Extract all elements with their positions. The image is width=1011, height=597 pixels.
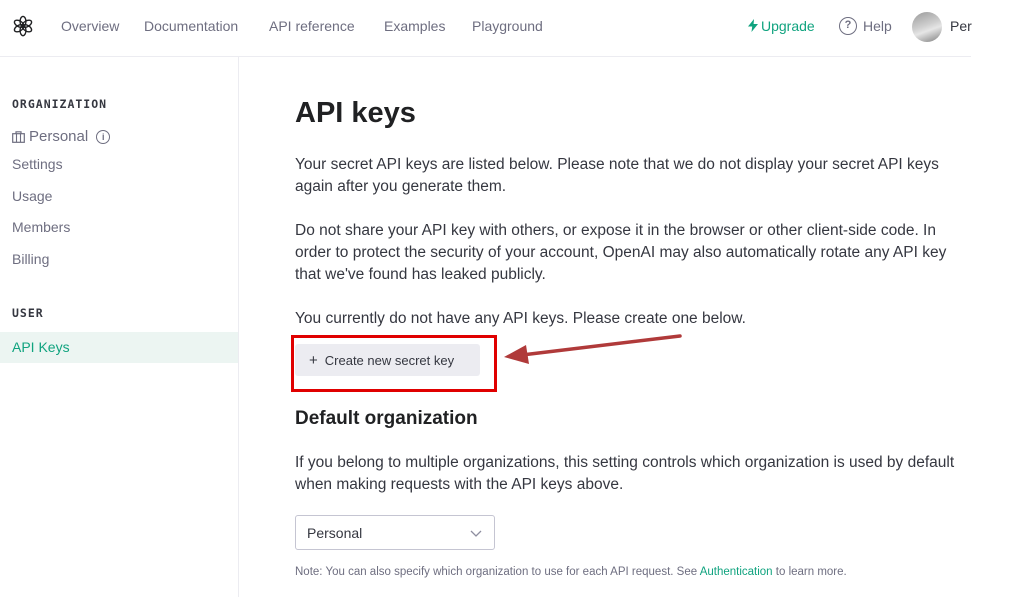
- intro-paragraph: Your secret API keys are listed below. P…: [295, 156, 939, 195]
- chevron-down-icon: [470, 530, 482, 537]
- upgrade-label: Upgrade: [761, 18, 815, 34]
- user-name[interactable]: Per: [950, 18, 972, 34]
- note-suffix: to learn more.: [775, 566, 847, 578]
- note-prefix: Note: You can also specify which organiz…: [295, 566, 698, 578]
- avatar[interactable]: [912, 12, 942, 42]
- annotation-arrow: [504, 334, 682, 364]
- nav-link-playground[interactable]: Playground: [472, 18, 543, 34]
- sidebar-item-usage[interactable]: Usage: [12, 188, 52, 204]
- question-circle-icon: ?: [839, 17, 857, 35]
- nav-link-overview[interactable]: Overview: [61, 18, 119, 34]
- top-navigation: Overview Documentation API reference Exa…: [0, 0, 972, 57]
- sidebar-org-selector[interactable]: Personal i: [12, 128, 111, 145]
- sidebar-item-billing[interactable]: Billing: [12, 251, 49, 267]
- sidebar-heading-organization: ORGANIZATION: [12, 97, 108, 111]
- sidebar-item-api-keys[interactable]: API Keys: [0, 332, 238, 363]
- default-org-heading: Default organization: [295, 408, 478, 429]
- sidebar-item-api-keys-label: API Keys: [12, 339, 70, 355]
- highlight-box: [291, 335, 497, 392]
- default-org-select[interactable]: Personal: [295, 515, 495, 550]
- sidebar-item-members[interactable]: Members: [12, 219, 70, 235]
- nav-link-documentation[interactable]: Documentation: [144, 18, 238, 34]
- sidebar-org-name: Personal: [29, 128, 89, 145]
- help-label: Help: [863, 18, 892, 34]
- nav-link-api-reference[interactable]: API reference: [269, 18, 355, 34]
- organization-note: Note: You can also specify which organiz…: [295, 566, 847, 578]
- default-org-select-value: Personal: [307, 525, 363, 541]
- upgrade-link[interactable]: Upgrade: [748, 18, 815, 34]
- security-paragraph: Do not share your API key with others, o…: [295, 222, 947, 283]
- nav-link-examples[interactable]: Examples: [384, 18, 445, 34]
- briefcase-icon: [12, 130, 25, 143]
- authentication-link[interactable]: Authentication: [700, 566, 773, 578]
- lightning-bolt-icon: [748, 19, 758, 32]
- sidebar-item-settings[interactable]: Settings: [12, 156, 63, 172]
- info-circle-icon[interactable]: i: [96, 129, 111, 144]
- sidebar-heading-user: USER: [12, 306, 44, 320]
- page-title: API keys: [295, 97, 416, 129]
- default-org-description: If you belong to multiple organizations,…: [295, 454, 955, 493]
- help-link[interactable]: ? Help: [839, 17, 892, 35]
- openai-logo-icon[interactable]: [12, 15, 34, 37]
- sidebar: ORGANIZATION Personal i Settings Usage M…: [0, 57, 239, 597]
